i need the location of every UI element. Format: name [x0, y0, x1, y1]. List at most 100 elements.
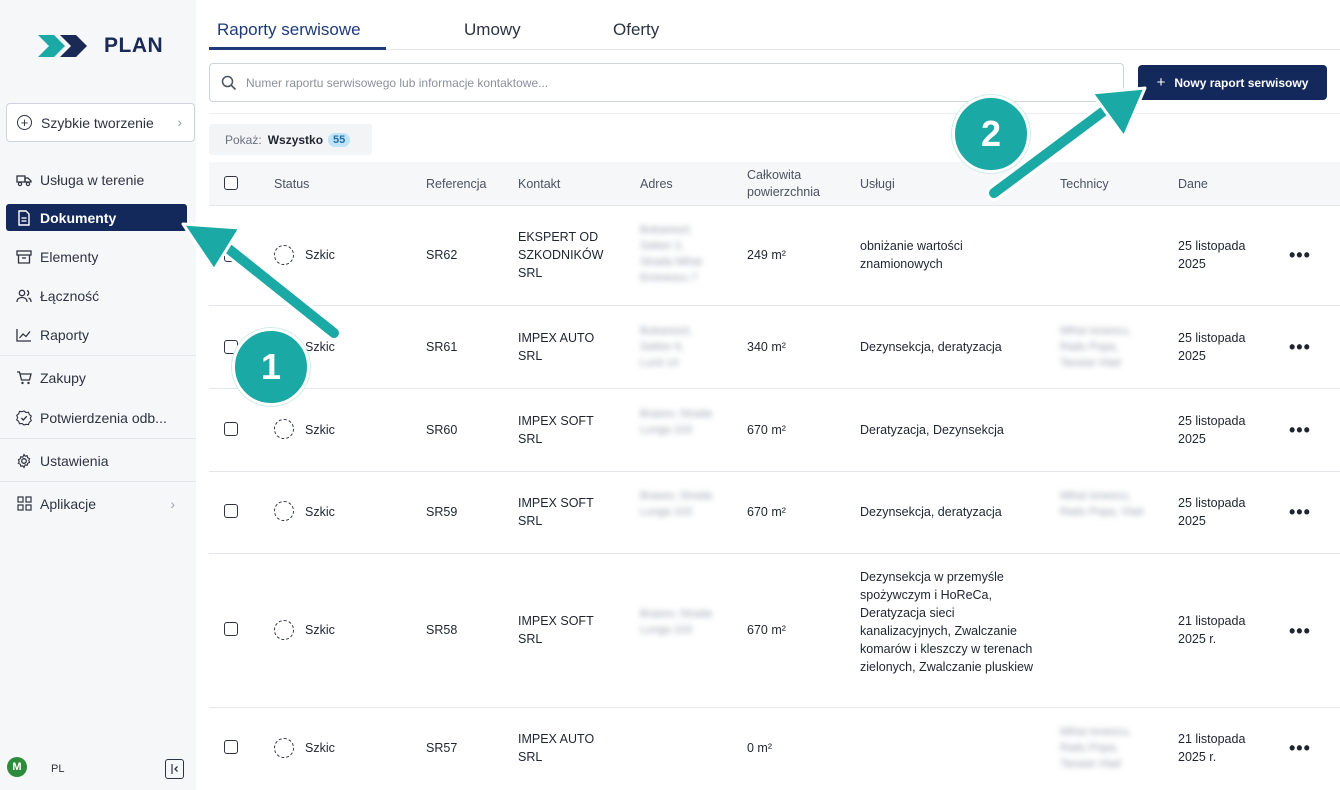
chevron-right-icon: › — [177, 114, 182, 130]
sidebar-item-documents[interactable]: Dokumenty — [6, 204, 187, 231]
row-address: Brasov, Strada Lunga 103 — [640, 490, 712, 518]
more-actions-icon[interactable]: ••• — [1289, 622, 1311, 640]
avatar[interactable]: M — [7, 757, 27, 777]
more-actions-icon[interactable]: ••• — [1289, 246, 1311, 264]
sidebar-item-label: Aplikacje — [40, 495, 97, 512]
row-contact[interactable]: IMPEX SOFT SRL — [518, 412, 618, 448]
more-actions-icon[interactable]: ••• — [1289, 421, 1311, 439]
row-reference[interactable]: SR57 — [426, 739, 457, 757]
more-actions-icon[interactable]: ••• — [1289, 739, 1311, 757]
quick-create-label: Szybkie tworzenie — [41, 114, 154, 131]
sidebar-divider — [0, 355, 196, 356]
row-address: Brasov, Strada Lunga 103 — [640, 608, 712, 636]
sidebar-item-apps[interactable]: Aplikacje › — [6, 490, 187, 517]
sidebar-item-elements[interactable]: Elementy — [6, 243, 187, 270]
table-row[interactable]: Szkic SR61 IMPEX AUTO SRL Bukareszt, Sek… — [209, 306, 1340, 389]
chevron-right-icon: › — [170, 495, 175, 512]
row-area: 340 m² — [747, 340, 786, 354]
table-row[interactable]: Szkic SR59 IMPEX SOFT SRL Brasov, Strada… — [209, 472, 1340, 554]
row-area: 0 m² — [747, 741, 772, 755]
row-status: Szkic — [305, 741, 335, 755]
new-service-report-label: Nowy raport serwisowy — [1174, 75, 1309, 90]
row-area: 670 m² — [747, 505, 786, 519]
tab-offers[interactable]: Oferty — [613, 20, 659, 40]
row-status: Szkic — [305, 248, 335, 262]
language-selector[interactable]: PL — [51, 763, 64, 775]
collapse-sidebar-icon[interactable] — [165, 759, 184, 779]
tab-bar — [209, 0, 1340, 50]
sidebar-item-receipt-confirmations[interactable]: Potwierdzenia odb... — [6, 404, 187, 431]
truck-icon — [16, 172, 32, 188]
column-status[interactable]: Status — [274, 177, 309, 191]
cart-icon — [16, 370, 32, 386]
sidebar-item-purchases[interactable]: Zakupy — [6, 364, 187, 391]
row-area: 670 m² — [747, 623, 786, 637]
logo[interactable]: PLAN — [38, 34, 163, 58]
column-reference[interactable]: Referencja — [426, 177, 486, 191]
badge-check-icon — [16, 409, 32, 426]
column-contact[interactable]: Kontakt — [518, 177, 560, 191]
row-date: 25 listopada 2025 — [1178, 239, 1246, 271]
row-date: 25 listopada 2025 — [1178, 331, 1246, 363]
row-reference[interactable]: SR60 — [426, 421, 457, 439]
more-actions-icon[interactable]: ••• — [1289, 503, 1311, 521]
row-services: obniżanie wartości znamionowych — [860, 239, 963, 271]
draft-status-icon — [274, 738, 294, 758]
logo-text: PLAN — [104, 34, 164, 57]
row-contact[interactable]: IMPEX SOFT SRL — [518, 612, 618, 648]
table-row[interactable]: Szkic SR58 IMPEX SOFT SRL Brasov, Strada… — [209, 554, 1340, 708]
row-checkbox[interactable] — [224, 248, 238, 262]
row-contact[interactable]: IMPEX AUTO SRL — [518, 730, 618, 766]
tab-service-reports[interactable]: Raporty serwisowe — [217, 20, 361, 40]
row-services: Dezynsekcja, deratyzacja — [860, 505, 1002, 519]
row-reference[interactable]: SR61 — [426, 338, 457, 356]
row-date: 21 listopada 2025 r. — [1178, 614, 1246, 646]
filter-value: Wszystko — [267, 132, 324, 147]
quick-create-button[interactable]: + Szybkie tworzenie › — [6, 103, 195, 142]
row-area: 249 m² — [747, 248, 786, 262]
select-all-checkbox[interactable] — [224, 176, 238, 190]
column-date[interactable]: Dane — [1178, 177, 1208, 191]
new-service-report-button[interactable]: + Nowy raport serwisowy — [1138, 65, 1327, 100]
row-technicians: Mihai Ionescu, Radu Popa, Tanase Vlad — [1060, 726, 1131, 770]
sidebar-item-label: Ustawienia — [40, 452, 109, 469]
gear-icon — [16, 452, 32, 469]
row-checkbox[interactable] — [224, 504, 238, 518]
sidebar-item-connectivity[interactable]: Łączność — [6, 282, 187, 309]
filter-chip[interactable]: Pokaż: Wszystko 55 — [209, 124, 372, 155]
more-actions-icon[interactable]: ••• — [1289, 338, 1311, 356]
table-row[interactable]: Szkic SR60 IMPEX SOFT SRL Brasov, Strada… — [209, 389, 1340, 472]
row-services: Dezynsekcja w przemyśle spożywczym i HoR… — [860, 570, 1033, 674]
document-icon — [16, 209, 32, 226]
row-checkbox[interactable] — [224, 422, 238, 436]
row-checkbox[interactable] — [224, 740, 238, 754]
row-date: 25 listopada 2025 — [1178, 496, 1246, 528]
row-technicians: Mihai Ionescu, Radu Popa, Tanase Vlad — [1060, 325, 1131, 369]
row-address: Bukareszt, Sektor 6, Lunii 14 — [640, 325, 692, 369]
logo-chevrons-icon — [38, 35, 87, 57]
apps-grid-icon — [16, 496, 32, 512]
table-row[interactable]: Szkic SR62 EKSPERT OD SZKODNIKÓW SRL Buk… — [209, 206, 1340, 306]
row-reference[interactable]: SR59 — [426, 503, 457, 521]
column-address[interactable]: Adres — [640, 177, 673, 191]
row-contact[interactable]: IMPEX AUTO SRL — [518, 329, 618, 365]
row-contact[interactable]: EKSPERT OD SZKODNIKÓW SRL — [518, 228, 618, 282]
draft-status-icon — [274, 620, 294, 640]
row-checkbox[interactable] — [224, 622, 238, 636]
sidebar-item-reports[interactable]: Raporty — [6, 321, 187, 348]
column-services[interactable]: Usługi — [860, 177, 895, 191]
row-contact[interactable]: IMPEX SOFT SRL — [518, 494, 618, 530]
step-1-badge: 1 — [232, 328, 310, 406]
column-total-area[interactable]: Całkowita powierzchnia — [747, 167, 842, 201]
column-technicians[interactable]: Technicy — [1060, 177, 1109, 191]
draft-status-icon — [274, 245, 294, 265]
plus-icon: + — [1156, 74, 1166, 91]
tab-contracts[interactable]: Umowy — [464, 20, 521, 40]
row-reference[interactable]: SR58 — [426, 621, 457, 639]
row-reference[interactable]: SR62 — [426, 246, 457, 264]
table-row[interactable]: Szkic SR57 IMPEX AUTO SRL 0 m² Mihai Ion… — [209, 708, 1340, 790]
search-input[interactable] — [246, 75, 1106, 90]
sidebar-item-field-service[interactable]: Usługa w terenie — [6, 166, 187, 193]
sidebar-item-settings[interactable]: Ustawienia — [6, 447, 187, 474]
search-icon — [221, 75, 237, 91]
